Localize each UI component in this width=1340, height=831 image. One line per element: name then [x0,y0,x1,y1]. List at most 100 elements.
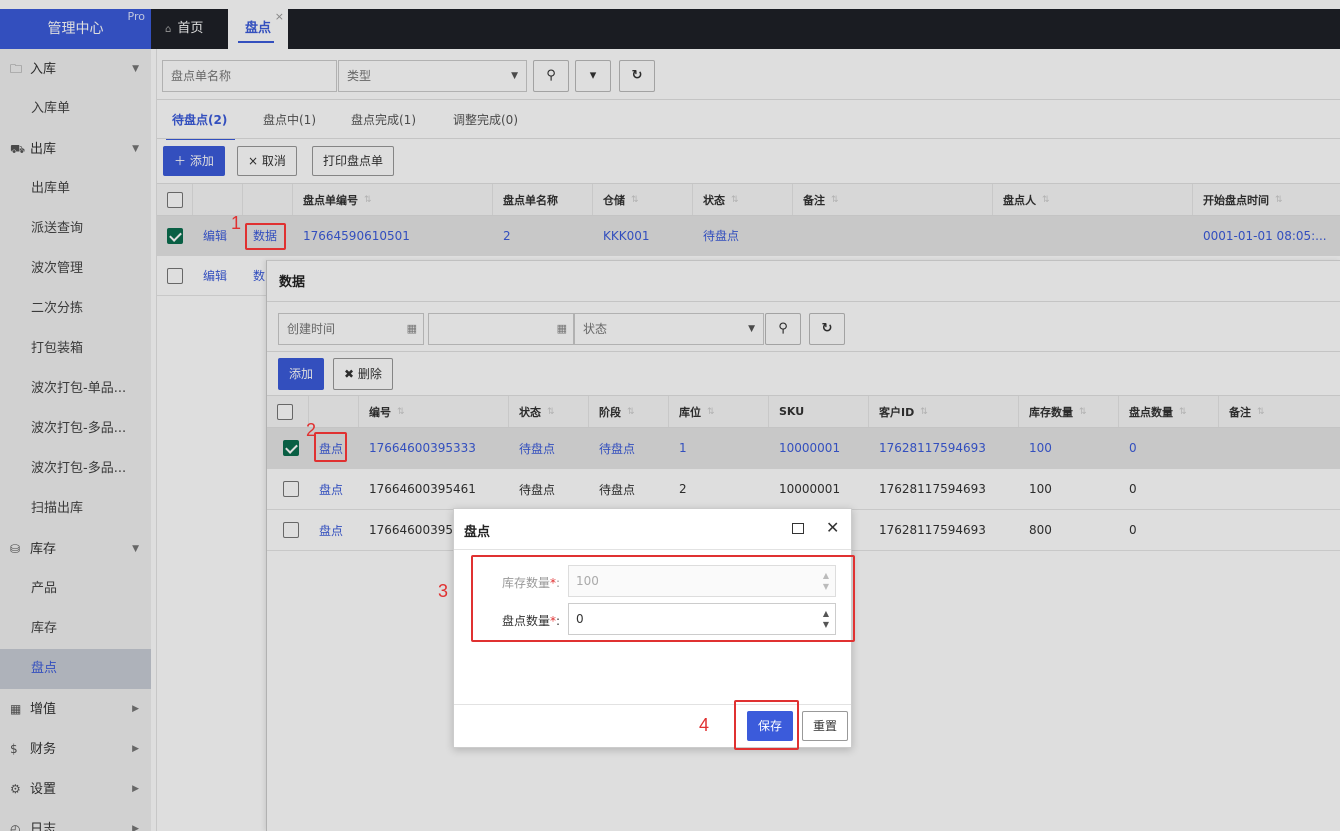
panel-add-button[interactable]: 添加 [278,358,325,390]
sidebar-item-inbound-order[interactable]: 入库单 [0,89,151,129]
data-link[interactable]: 数据 [243,216,293,255]
sidebar-item-wave-pack-multi-2[interactable]: 波次打包-多品... [0,449,151,489]
sidebar-item-scan-outbound[interactable]: 扫描出库 [0,489,151,529]
sort-icon: ⇅ [1079,406,1087,417]
sidebar-group-value-added[interactable]: ▦ 增值 ▶ [0,689,151,729]
cell-sku: 10000001 [779,482,841,496]
tab-inventory-check[interactable]: 盘点 × [228,9,288,49]
subtab-pending[interactable]: 待盘点(2) [165,111,236,140]
check-qty-input[interactable]: 0 ▲ ▼ [568,603,836,635]
check-name-input[interactable]: 盘点单名称 [162,60,337,92]
table-row[interactable]: 盘点 17664600395333 待盘点 待盘点 1 10000001 176… [267,428,1340,469]
header-code[interactable]: 编号 ⇅ [359,396,509,427]
header-status[interactable]: 状态 ⇅ [693,184,793,215]
search-icon: ⚲ [778,321,788,336]
sidebar-group-settings[interactable]: ⚙ 设置 ▶ [0,769,151,809]
sidebar-item-secondary-sort[interactable]: 二次分拣 [0,289,151,329]
created-date-from-input[interactable]: 创建时间 ▦ [278,313,424,345]
caret-down-icon: ▼ [511,71,518,81]
sidebar-group-label: 增值 [30,702,57,717]
header-location[interactable]: 库位 ⇅ [669,396,769,427]
tab-home[interactable]: ⌂ 首页 [151,9,227,49]
header-checker[interactable]: 盘点人 ⇅ [993,184,1193,215]
save-button[interactable]: 保存 [747,711,794,741]
sidebar-item-delivery-query[interactable]: 派送查询 [0,209,151,249]
cell-code[interactable]: 17664590610501 [293,216,493,255]
sidebar-item-product[interactable]: 产品 [0,569,151,609]
sidebar-item-outbound-order[interactable]: 出库单 [0,169,151,209]
panel-refresh-button[interactable]: ↻ [809,313,845,345]
header-start-time[interactable]: 开始盘点时间 ⇅ [1193,184,1340,215]
sidebar-item-wave-pack-multi-1[interactable]: 波次打包-多品... [0,409,151,449]
row-checkbox[interactable] [167,267,183,284]
top-tab-bar: ⌂ 首页 盘点 × [151,9,1340,49]
sidebar-group-inbound[interactable]: 🗀 入库 ▼ [0,49,151,89]
tab-close-icon[interactable]: × [275,0,284,37]
refresh-button[interactable]: ↻ [619,60,655,92]
header-label: 备注 [803,193,825,207]
check-link[interactable]: 盘点 [309,510,359,550]
add-button[interactable]: ＋ 添加 [163,146,225,176]
sidebar-item-wave-pack-single[interactable]: 波次打包-单品... [0,369,151,409]
sidebar-group-outbound[interactable]: ⛟ 出库 ▼ [0,129,151,169]
header-note[interactable]: 备注 ⇅ [793,184,993,215]
edit-link[interactable]: 编辑 [193,256,243,295]
row-checkbox[interactable] [167,227,183,244]
header-warehouse[interactable]: 仓储 ⇅ [593,184,693,215]
sort-icon: ⇅ [707,406,715,417]
header-checkbox-cell [267,396,309,427]
header-customer-id[interactable]: 客户ID ⇅ [869,396,1019,427]
header-stock-qty[interactable]: 库存数量 ⇅ [1019,396,1119,427]
search-button[interactable]: ⚲ [533,60,569,92]
sort-icon: ⇅ [627,406,635,417]
check-link[interactable]: 盘点 [309,469,359,509]
sidebar-group-label: 库存 [30,542,57,557]
reset-button[interactable]: 重置 [802,711,849,741]
created-date-to-input[interactable]: ▦ [428,313,574,345]
table-row[interactable]: 编辑 数据 17664590610501 2 KKK001 待盘点 0001-0… [157,216,1340,256]
subtab-completed[interactable]: 盘点完成(1) [351,111,416,135]
cancel-button[interactable]: × 取消 [237,146,297,176]
sidebar-item-packing[interactable]: 打包装箱 [0,329,151,369]
sidebar-item-stock[interactable]: 库存 [0,609,151,649]
select-all-checkbox[interactable] [277,403,293,420]
header-note[interactable]: 备注 ⇅ [1219,396,1340,427]
header-code[interactable]: 盘点单编号 ⇅ [293,184,493,215]
cell-check-qty: 0 [1129,523,1137,537]
sidebar-item-inventory-check[interactable]: 盘点 [0,649,151,689]
print-check-sheet-button[interactable]: 打印盘点单 [312,146,395,176]
divider [267,301,1340,302]
chevron-down-icon: ▼ [132,64,139,74]
spinner-icon[interactable]: ▲ ▼ [823,608,829,630]
subtab-in-progress[interactable]: 盘点中(1) [263,111,316,135]
cell-stock-qty: 800 [1029,523,1052,537]
filter-button[interactable]: ▾ [575,60,611,92]
panel-search-button[interactable]: ⚲ [765,313,801,345]
row-checkbox[interactable] [283,440,299,456]
sidebar-group-log[interactable]: ◴ 日志 ▶ [0,809,151,831]
type-select[interactable]: 类型 ▼ [338,60,527,92]
calendar-icon: ▦ [556,322,567,335]
row-checkbox[interactable] [283,522,299,538]
table-row[interactable]: 盘点 17664600395461 待盘点 待盘点 2 10000001 176… [267,469,1340,510]
brand-logo[interactable]: 管理中心 Pro [0,9,151,49]
check-qty-label: 盘点数量*: [480,612,560,629]
header-label: 库位 [679,405,701,419]
header-status[interactable]: 状态 ⇅ [509,396,589,427]
sidebar-item-wave-manage[interactable]: 波次管理 [0,249,151,289]
status-select[interactable]: 状态 ▼ [574,313,764,345]
subtab-adjusted[interactable]: 调整完成(0) [453,111,518,135]
header-check-qty[interactable]: 盘点数量 ⇅ [1119,396,1219,427]
header-stage[interactable]: 阶段 ⇅ [589,396,669,427]
sidebar-group-finance[interactable]: $ 财务 ▶ [0,729,151,769]
select-all-checkbox[interactable] [167,191,183,208]
close-icon[interactable]: ✕ [826,518,839,537]
row-checkbox[interactable] [283,481,299,497]
panel-delete-button[interactable]: ✖ 删除 [333,358,393,390]
cell-check-qty: 0 [1129,441,1137,455]
header-label: 阶段 [599,405,621,419]
maximize-icon[interactable] [792,523,804,534]
check-link[interactable]: 盘点 [309,428,359,468]
header-label: 盘点数量 [1129,405,1173,419]
sidebar-group-stock[interactable]: ⛁ 库存 ▼ [0,529,151,569]
